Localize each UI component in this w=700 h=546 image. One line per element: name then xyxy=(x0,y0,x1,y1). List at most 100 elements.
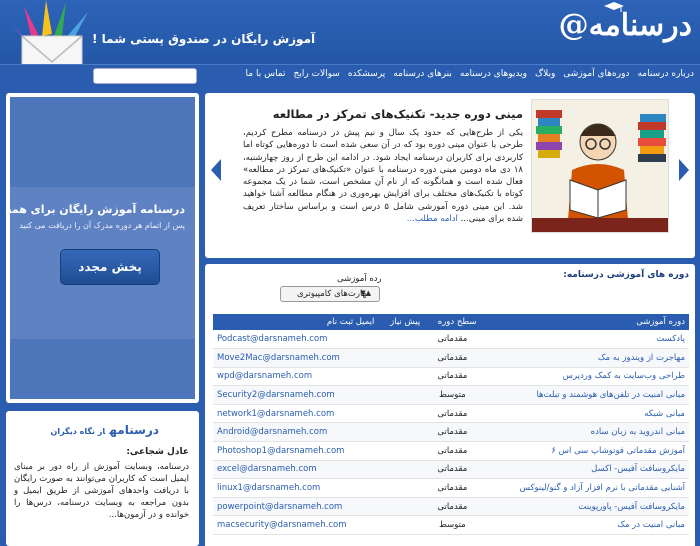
col-prereq: پیش نیاز xyxy=(378,314,425,330)
course-level: مقدماتی xyxy=(424,478,481,498)
course-level: مقدماتی xyxy=(424,422,481,443)
reading-person-illustration-icon xyxy=(532,100,668,232)
course-prereq xyxy=(378,515,425,536)
course-prereq xyxy=(378,460,425,480)
course-name-link[interactable]: مبانی امنیت در مک xyxy=(480,515,689,536)
promo-panel: درسنامه آموزش رایگان برای همه ! پس از ات… xyxy=(0,93,199,403)
course-email-link[interactable]: macsecurity@darsnameh.com xyxy=(213,515,379,536)
nav-item-blog[interactable]: وبلاگ xyxy=(535,69,555,79)
promo-title: درسنامه آموزش رایگان برای همه ! xyxy=(0,203,185,216)
course-email-link[interactable]: Podcast@darsnameh.com xyxy=(213,330,379,350)
logo-at: @ xyxy=(558,8,589,43)
course-prereq xyxy=(378,478,425,498)
testimonial-body: درسنامه، وبسایت آموزش از راه دور بر مبنا… xyxy=(14,462,189,520)
course-level: مقدماتی xyxy=(424,330,481,350)
table-row: مایکروسافت آفیس- پاورپوینت مقدماتی powerpo… xyxy=(213,497,689,517)
featured-body-text: یکی از طرح‌هایی که حدود یک سال و نیم پیش… xyxy=(243,128,523,225)
courses-title: دوره های آموزشی درسنامه: xyxy=(563,270,689,280)
testimonial-author: عادل شجاعی: xyxy=(126,447,189,457)
table-header-row: دوره آموزشی سطح دوره پیش نیاز ایمیل ثبت … xyxy=(213,314,689,330)
level-label: رده آموزشی xyxy=(337,274,382,284)
graduation-cap-icon xyxy=(603,2,624,12)
testimonial-heading-logo: درسنامه xyxy=(109,423,159,437)
nav-item-faq[interactable]: سوالات رایج xyxy=(294,69,340,79)
course-level: مقدماتی xyxy=(424,348,481,368)
nav-item-qa[interactable]: پرسشکده xyxy=(348,69,385,79)
site-header: درسنامه@ آموزش رایگان در صندوق پستی شما … xyxy=(0,0,700,87)
level-select[interactable]: مهارت‌های کامپیوتری ▲▼ xyxy=(280,286,380,302)
table-row: مبانی امنیت در تلفن‌های هوشمند و تبلت‌ها… xyxy=(213,385,689,405)
promo-bottom-band xyxy=(10,339,195,399)
course-email-link[interactable]: linux1@darsnameh.com xyxy=(213,478,379,498)
slider-next-arrow-icon[interactable] xyxy=(679,159,689,181)
promo-subtitle: پس از اتمام هر دوره مدرک آن را دریافت می… xyxy=(19,221,185,230)
course-name-link[interactable]: مبانی شبکه xyxy=(480,404,689,424)
course-name-link[interactable]: مبانی اندروید به زبان ساده xyxy=(480,422,689,443)
courses-table-body: پادکست مقدماتی Podcast@darsnameh.com مهاجرت… xyxy=(213,330,689,536)
course-name-link[interactable]: طراحی وب‌سایت به کمک وردپرس xyxy=(480,367,689,387)
nav-item-about[interactable]: درباره درسنامه xyxy=(637,69,694,79)
course-email-link[interactable]: Security2@darsnameh.com xyxy=(213,385,379,405)
replay-button[interactable]: پخش مجدد xyxy=(60,249,160,285)
search-input[interactable] xyxy=(93,68,197,84)
testimonial-heading: درسنامهاز نگاه دیگران xyxy=(51,423,160,437)
featured-slider: مینی دوره جدید- تکنیک‌های تمرکز در مطالع… xyxy=(205,93,695,258)
table-row: مایکروسافت آفیس- اکسل مقدماتی excel@darsna… xyxy=(213,460,689,480)
course-prereq xyxy=(378,348,425,368)
site-logo[interactable]: درسنامه@ xyxy=(558,2,692,43)
course-prereq xyxy=(378,330,425,350)
course-level: مقدماتی xyxy=(424,460,481,480)
course-level: مقدماتی xyxy=(424,441,481,461)
course-name-link[interactable]: آموزش مقدماتی فوتوشاپ سی اس ۶ xyxy=(480,441,689,461)
table-row: طراحی وب‌سایت به کمک وردپرس مقدماتی wpd@da… xyxy=(213,367,689,387)
nav-item-contact[interactable]: تماس با ما xyxy=(246,69,286,79)
course-prereq xyxy=(378,497,425,517)
promo-video[interactable]: درسنامه آموزش رایگان برای همه ! پس از ات… xyxy=(0,97,195,399)
courses-table: دوره آموزشی سطح دوره پیش نیاز ایمیل ثبت … xyxy=(213,314,689,536)
table-row: آموزش مقدماتی فوتوشاپ سی اس ۶ مقدماتی Phot… xyxy=(213,441,689,461)
table-row: مبانی امنیت در مک متوسط macsecurity@darsna… xyxy=(213,515,689,536)
course-prereq xyxy=(378,404,425,424)
course-level: متوسط xyxy=(424,515,481,536)
nav-item-banners[interactable]: بنرهای درسنامه xyxy=(393,69,452,79)
course-prereq xyxy=(378,367,425,387)
promo-top-band xyxy=(10,97,195,187)
course-level: مقدماتی xyxy=(424,497,481,517)
testimonial-panel: درسنامهاز نگاه دیگران عادل شجاعی: درسنام… xyxy=(6,411,199,546)
course-email-link[interactable]: Photoshop1@darsnameh.com xyxy=(213,441,379,461)
col-course: دوره آموزشی xyxy=(480,314,689,330)
course-email-link[interactable]: network1@darsnameh.com xyxy=(213,404,379,424)
table-row: پادکست مقدماتی Podcast@darsnameh.com xyxy=(213,330,689,350)
course-name-link[interactable]: مبانی امنیت در تلفن‌های هوشمند و تبلت‌ها xyxy=(480,385,689,405)
nav-item-videos[interactable]: ویدیوهای درسنامه xyxy=(460,69,527,79)
course-prereq xyxy=(378,441,425,461)
course-name-link[interactable]: مهاجرت از ویندوز به مک xyxy=(480,348,689,368)
course-name-link[interactable]: مایکروسافت آفیس- اکسل xyxy=(480,460,689,480)
course-email-link[interactable]: powerpoint@darsnameh.com xyxy=(213,497,379,517)
read-more-link[interactable]: ادامه مطلب... xyxy=(407,214,458,224)
table-row: مبانی شبکه مقدماتی network1@darsnameh.com xyxy=(213,404,689,424)
col-email: ایمیل ثبت نام xyxy=(213,314,379,330)
table-row: مبانی اندروید به زبان ساده مقدماتی Android… xyxy=(213,422,689,443)
course-level: مقدماتی xyxy=(424,367,481,387)
featured-body: یکی از طرح‌هایی که حدود یک سال و نیم پیش… xyxy=(243,127,523,225)
course-email-link[interactable]: Android@darsnameh.com xyxy=(213,422,379,443)
course-name-link[interactable]: آشنایی مقدماتی با نرم افزار آزاد و گنو/ل… xyxy=(480,478,689,498)
nav-item-courses[interactable]: دوره‌های آموزشی xyxy=(563,69,629,79)
course-prereq xyxy=(378,385,425,405)
featured-title[interactable]: مینی دوره جدید- تکنیک‌های تمرکز در مطالع… xyxy=(273,107,523,121)
slider-prev-arrow-icon[interactable] xyxy=(211,159,221,181)
course-email-link[interactable]: Move2Mac@darsnameh.com xyxy=(213,348,379,368)
tagline: آموزش رایگان در صندوق پستی شما ! xyxy=(92,32,316,46)
course-level: مقدماتی xyxy=(424,404,481,424)
logo-text: درسنامه xyxy=(588,8,692,43)
table-row: مهاجرت از ویندوز به مک مقدماتی Move2Mac@da… xyxy=(213,348,689,368)
course-email-link[interactable]: excel@darsnameh.com xyxy=(213,460,379,480)
course-name-link[interactable]: مایکروسافت آفیس- پاورپوینت xyxy=(480,497,689,517)
course-email-link[interactable]: wpd@darsnameh.com xyxy=(213,367,379,387)
course-name-link[interactable]: پادکست xyxy=(480,330,689,350)
table-row: آشنایی مقدماتی با نرم افزار آزاد و گنو/ل… xyxy=(213,478,689,498)
courses-panel: دوره های آموزشی درسنامه: رده آموزشی مهار… xyxy=(205,264,695,546)
course-level: متوسط xyxy=(424,385,481,405)
select-updown-icon: ▲▼ xyxy=(360,289,371,297)
